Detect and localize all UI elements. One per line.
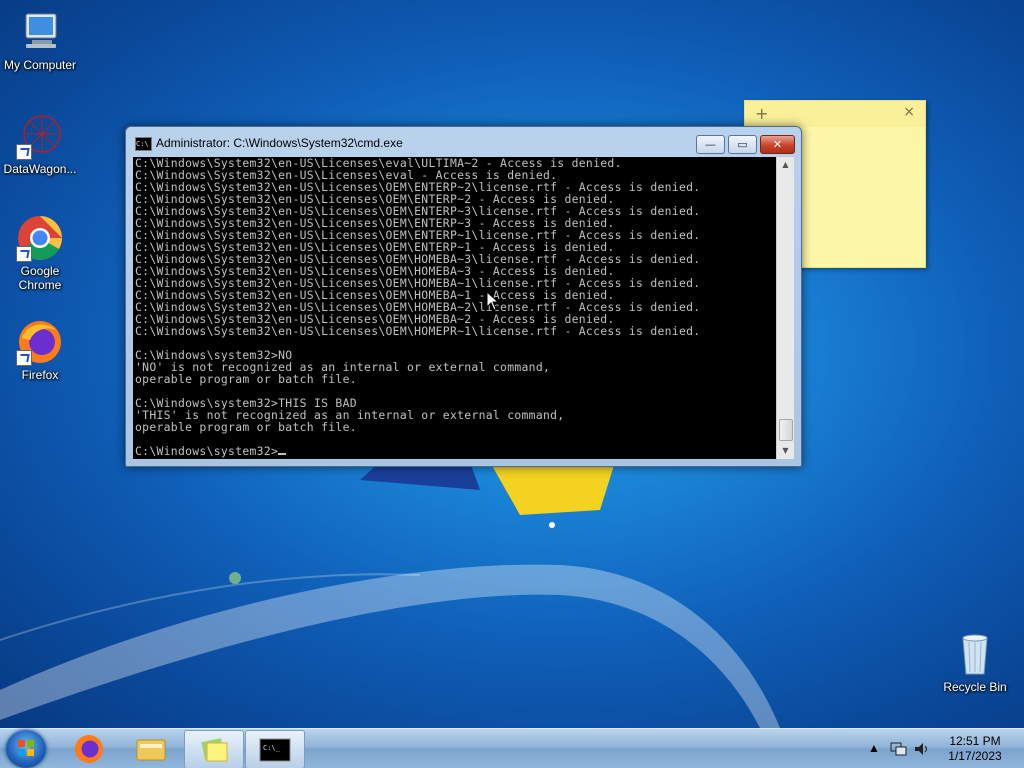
desktop-icon-my-computer[interactable]: My Computer — [0, 8, 80, 72]
close-note-button[interactable]: × — [903, 104, 915, 120]
mouse-pointer-icon — [486, 291, 500, 311]
network-icon[interactable] — [890, 741, 908, 757]
desktop-icon-datawagon[interactable]: DataWagon... — [0, 112, 80, 176]
window-title: Administrator: C:\Windows\System32\cmd.e… — [156, 136, 403, 150]
windows-logo-icon — [18, 740, 34, 756]
computer-icon — [16, 8, 64, 56]
desktop-icon-label: DataWagon... — [3, 162, 77, 176]
taskbar: C:\_ ▲ 12:51 PM 1/17/2023 — [0, 728, 1024, 768]
chrome-icon — [16, 214, 64, 262]
shortcut-arrow-icon — [16, 144, 32, 160]
desktop-icon-label: Recycle Bin — [943, 680, 1007, 694]
maximize-button[interactable]: ▭ — [728, 135, 757, 154]
desktop-icon-firefox[interactable]: Firefox — [0, 318, 80, 382]
show-hidden-icons-button[interactable]: ▲ — [868, 741, 880, 755]
desktop-icon-recycle-bin[interactable]: Recycle Bin — [935, 630, 1015, 694]
scroll-down-icon[interactable]: ▼ — [777, 443, 794, 459]
cmd-icon: C:\_ — [259, 738, 291, 762]
svg-text:C:\_: C:\_ — [263, 744, 281, 752]
vertical-scrollbar[interactable]: ▲ ▼ — [776, 157, 794, 459]
datawagon-icon — [16, 112, 64, 160]
shortcut-arrow-icon — [16, 246, 32, 262]
firefox-icon — [75, 735, 103, 763]
desktop-icon-label: Firefox — [21, 368, 59, 382]
taskbar-firefox-button[interactable] — [60, 730, 118, 767]
desktop-icon-google-chrome[interactable]: Google Chrome — [0, 214, 80, 292]
add-note-button[interactable]: + — [755, 104, 768, 123]
volume-icon[interactable] — [913, 741, 931, 757]
taskbar-sticky-notes-button[interactable] — [184, 730, 244, 768]
taskbar-cmd-button[interactable]: C:\_ — [245, 730, 305, 768]
system-clock[interactable]: 12:51 PM 1/17/2023 — [935, 734, 1015, 764]
text-cursor — [278, 453, 287, 455]
console-text: C:\Windows\System32\en-US\Licenses\eval\… — [135, 157, 701, 458]
minimize-button[interactable]: — — [696, 135, 725, 154]
clock-time: 12:51 PM — [949, 734, 1001, 748]
desktop-icon-label: My Computer — [3, 58, 77, 72]
clock-date: 1/17/2023 — [948, 749, 1002, 763]
firefox-icon — [16, 318, 64, 366]
start-button[interactable] — [6, 730, 46, 768]
sticky-notes-icon — [201, 738, 228, 762]
recycle-bin-icon — [951, 630, 999, 678]
desktop: My Computer DataWagon... Google Chrome F… — [0, 0, 1024, 728]
cmd-window[interactable]: C:\ Administrator: C:\Windows\System32\c… — [125, 126, 802, 467]
close-button[interactable]: ✕ — [760, 135, 795, 154]
window-titlebar[interactable]: C:\ Administrator: C:\Windows\System32\c… — [126, 127, 801, 157]
console-output[interactable]: C:\Windows\System32\en-US\Licenses\eval\… — [133, 157, 776, 459]
shortcut-arrow-icon — [16, 350, 32, 366]
scrollbar-thumb[interactable] — [779, 419, 793, 441]
desktop-icon-label: Google Chrome — [18, 264, 62, 292]
scroll-up-icon[interactable]: ▲ — [777, 157, 794, 173]
sticky-note-titlebar[interactable]: + × — [745, 101, 925, 127]
taskbar-explorer-button[interactable] — [122, 730, 180, 767]
folder-icon — [136, 739, 166, 761]
cmd-icon: C:\ — [135, 137, 152, 151]
